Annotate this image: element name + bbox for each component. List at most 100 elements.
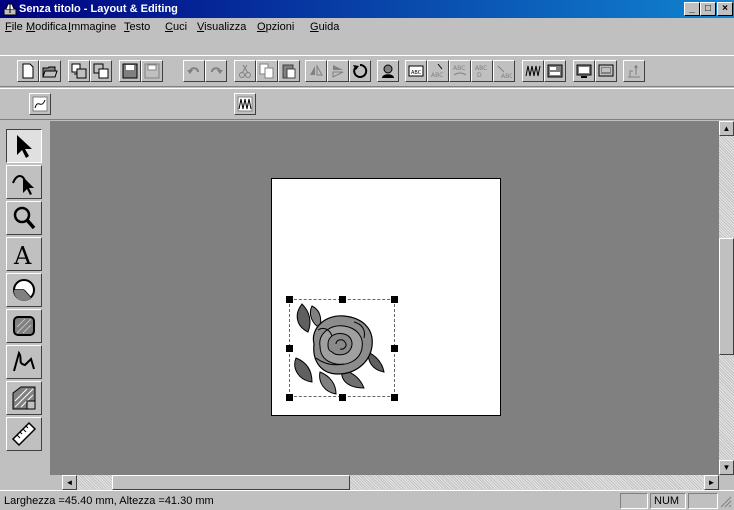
vertical-scroll-thumb[interactable] [719,238,734,355]
menu-visualizza[interactable]: Visualizza [197,21,246,34]
rotate-icon [353,63,368,78]
stitch-pattern-button[interactable] [522,60,544,82]
text-mode-button[interactable]: ABC [427,60,449,82]
sewing-button[interactable] [623,60,645,82]
tool-rectangle[interactable] [6,309,42,343]
monitor-button[interactable] [573,60,595,82]
tool-edit-points[interactable] [6,165,42,199]
resize-handle-sw[interactable] [286,394,293,401]
selection-box [289,299,395,397]
redo-button[interactable] [205,60,227,82]
text-frame-icon: ABC [408,65,424,77]
scroll-up-button[interactable]: ▲ [719,121,734,136]
rectangle-icon [13,316,35,336]
curve-button[interactable] [29,93,51,115]
resize-handle-s[interactable] [339,394,346,401]
stitch-settings-button[interactable] [544,60,566,82]
sewing-icon [628,65,640,78]
stitch-pattern-icon [237,96,253,112]
abc-1-button[interactable]: ABC [449,60,471,82]
status-dimensions: Larghezza =45.40 mm, Altezza =41.30 mm [4,495,214,507]
paste-icon [282,64,296,79]
import-button[interactable] [68,60,90,82]
svg-text:ABC: ABC [411,70,422,76]
stitch-pattern-icon [525,65,541,77]
undo-button[interactable] [183,60,205,82]
menu-file[interactable]: File [5,21,23,34]
redo-icon [211,67,223,74]
hoop-page[interactable] [271,178,501,416]
user-button[interactable] [377,60,399,82]
close-button[interactable]: × [717,2,733,16]
display-button[interactable] [595,60,617,82]
tool-stitch-area[interactable] [6,381,42,415]
tool-measure[interactable] [6,417,42,451]
resize-handle-e[interactable] [391,345,398,352]
svg-text:A: A [13,242,32,267]
maximize-button[interactable]: □ [700,2,716,16]
resize-handle-ne[interactable] [391,296,398,303]
svg-text:D: D [477,72,482,79]
resize-handle-n[interactable] [339,296,346,303]
menu-guida[interactable]: Guida [310,21,339,34]
text-a-icon: A [13,242,32,267]
svg-text:ABC: ABC [431,72,443,79]
vertical-scrollbar[interactable]: ▲ ▼ [719,121,734,475]
scroll-right-button[interactable]: ► [704,475,719,490]
horizontal-scroll-thumb[interactable] [112,475,350,490]
import-icon [71,63,87,79]
tool-zoom[interactable] [6,201,42,235]
tool-circle-arc[interactable] [6,273,42,307]
save-as-button[interactable] [141,60,163,82]
secondary-toolbar [0,88,734,120]
resize-grip-icon[interactable] [720,496,732,508]
abc-arc-icon: ABC [453,65,467,76]
svg-text:ABC: ABC [475,65,487,72]
menu-testo[interactable]: Testo [124,21,150,34]
cut-button[interactable] [234,60,256,82]
drawing-canvas[interactable] [50,121,719,475]
export-button[interactable] [90,60,112,82]
display-icon [598,64,614,77]
new-icon [22,63,34,79]
status-num: NUM [650,493,686,509]
stitch-settings-icon [547,64,563,78]
paste-button[interactable] [278,60,300,82]
abc-3-button[interactable]: ABC [493,60,515,82]
new-button[interactable] [17,60,39,82]
stitch-pattern-2-button[interactable] [234,93,256,115]
text-frame-button[interactable]: ABC [405,60,427,82]
tool-text[interactable]: A [6,237,42,271]
stitch-area-icon [12,386,36,410]
ruler-icon [11,421,37,447]
abc-2-button[interactable]: ABC D [471,60,493,82]
menu-cuci[interactable]: Cuci [165,21,187,34]
copy-button[interactable] [256,60,278,82]
mirror-v-button[interactable] [327,60,349,82]
tool-outline[interactable] [6,345,42,379]
text-mode-icon: ABC [431,63,443,79]
tool-select[interactable] [6,129,42,163]
save-button[interactable] [119,60,141,82]
menu-opzioni[interactable]: Opzioni [257,21,294,34]
mirror-horizontal-icon [310,64,323,76]
rotate-button[interactable] [349,60,371,82]
scroll-down-button[interactable]: ▼ [719,460,734,475]
mirror-h-button[interactable] [305,60,327,82]
open-button[interactable] [39,60,61,82]
minimize-button[interactable]: _ [684,2,700,16]
scissors-icon [239,64,251,78]
undo-icon [187,67,199,74]
export-icon [93,63,109,79]
menu-modifica[interactable]: Modifica [26,21,67,34]
horizontal-scrollbar[interactable]: ◄ ► [62,475,719,490]
resize-handle-nw[interactable] [286,296,293,303]
mirror-vertical-icon [332,65,344,78]
menu-immagine[interactable]: Immagine [68,21,116,34]
main-toolbar: ABC ABC ABC ABC D ABC [0,55,734,87]
scroll-left-button[interactable]: ◄ [62,475,77,490]
open-folder-icon [42,66,58,78]
resize-handle-se[interactable] [391,394,398,401]
title-bar[interactable]: Senza titolo - Layout & Editing _ □ × [0,0,734,18]
resize-handle-w[interactable] [286,345,293,352]
